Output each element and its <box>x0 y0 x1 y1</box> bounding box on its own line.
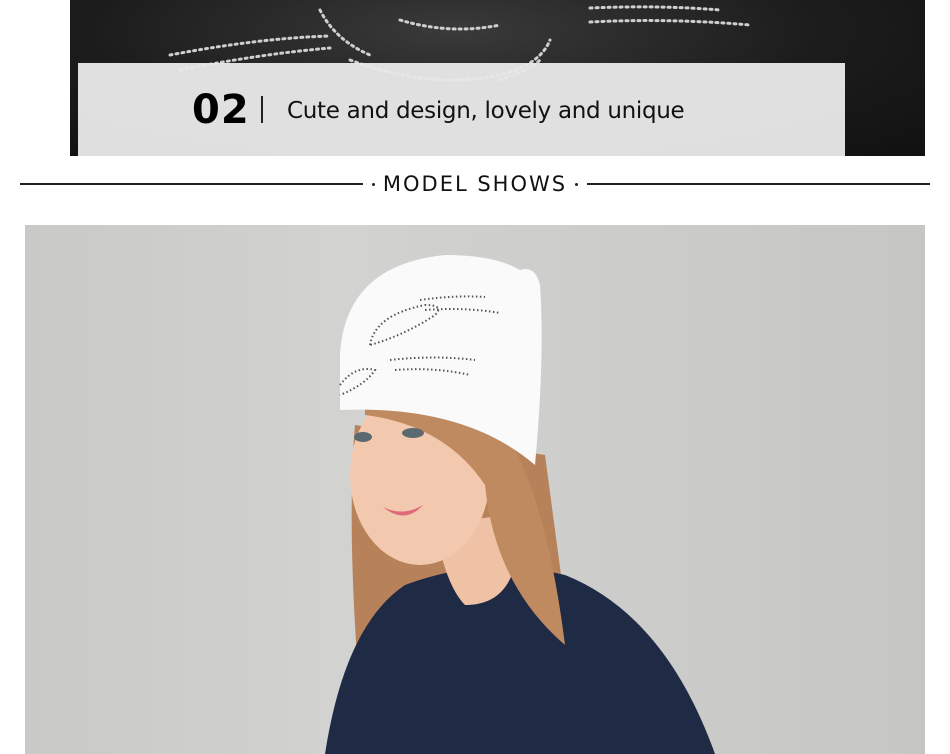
product-detail-photo: 02 Cute and design, lovely and unique <box>70 0 925 156</box>
section-divider: MODEL SHOWS <box>20 170 930 198</box>
model-illustration <box>325 255 715 754</box>
caption-separator <box>261 96 263 123</box>
divider-line-left <box>20 183 363 185</box>
feature-number: 02 <box>192 87 250 133</box>
divider-dot-left <box>372 183 375 186</box>
divider-line-right <box>587 183 930 185</box>
feature-caption: Cute and design, lovely and unique <box>287 98 685 124</box>
divider-dot-right <box>575 183 578 186</box>
section-title: MODEL SHOWS <box>382 172 568 196</box>
model-photo <box>25 225 925 754</box>
caption-band: 02 Cute and design, lovely and unique <box>78 63 845 156</box>
